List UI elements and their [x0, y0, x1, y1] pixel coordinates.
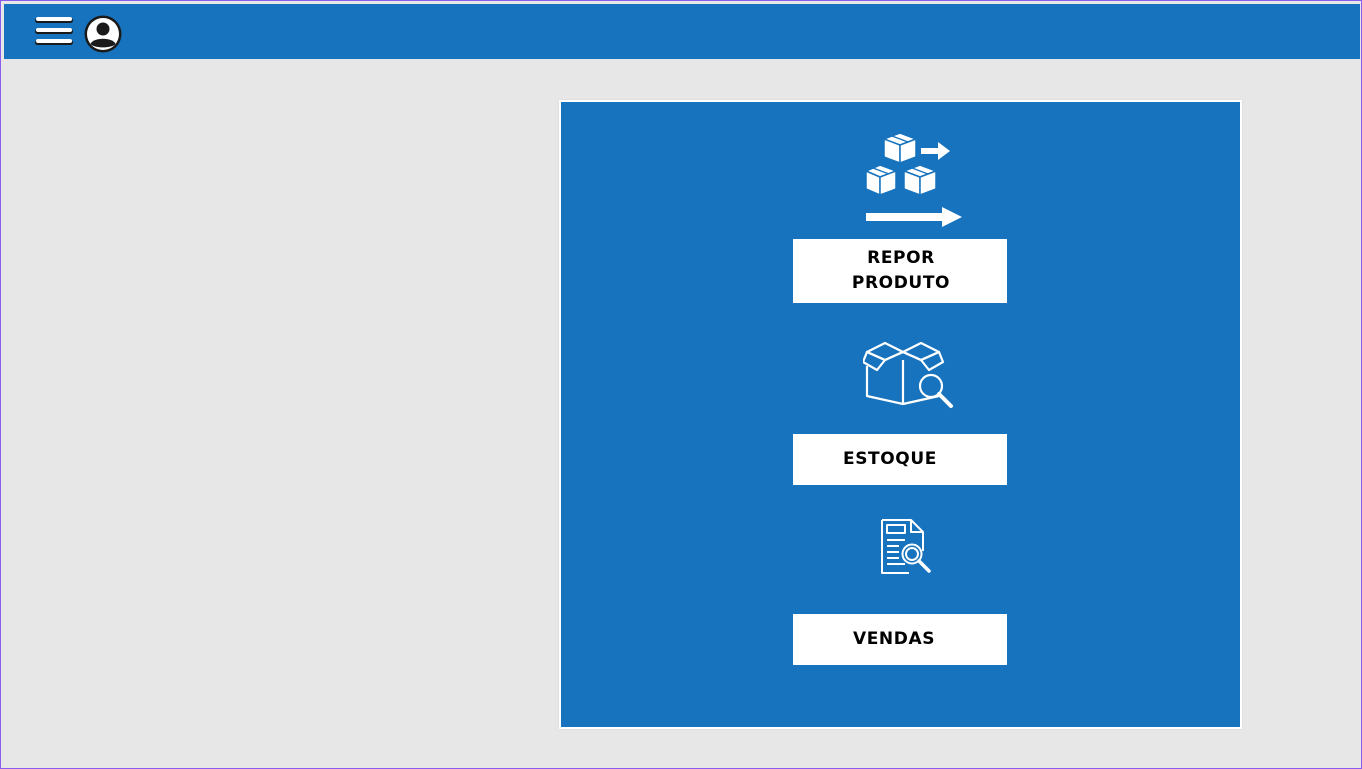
hamburger-menu-icon: [35, 17, 73, 45]
box-search-icon: [863, 341, 953, 408]
main-menu-panel: REPOR PRODUTO ESTOQUE VENDAS: [559, 100, 1242, 729]
app-window: REPOR PRODUTO ESTOQUE VENDAS: [0, 0, 1362, 769]
estoque-label: ESTOQUE: [843, 449, 937, 470]
menu-button[interactable]: [32, 15, 76, 51]
boxes-delivery-icon: [864, 132, 962, 227]
report-search-icon: [881, 519, 931, 574]
user-profile-button[interactable]: [82, 13, 124, 55]
repor-produto-label: REPOR PRODUTO: [851, 248, 951, 293]
top-bar: [4, 4, 1360, 59]
vendas-button[interactable]: VENDAS: [793, 614, 1007, 665]
user-avatar-icon: [84, 15, 122, 53]
vendas-label: VENDAS: [852, 629, 936, 650]
repor-produto-button[interactable]: REPOR PRODUTO: [793, 239, 1007, 303]
estoque-button[interactable]: ESTOQUE: [793, 434, 1007, 485]
